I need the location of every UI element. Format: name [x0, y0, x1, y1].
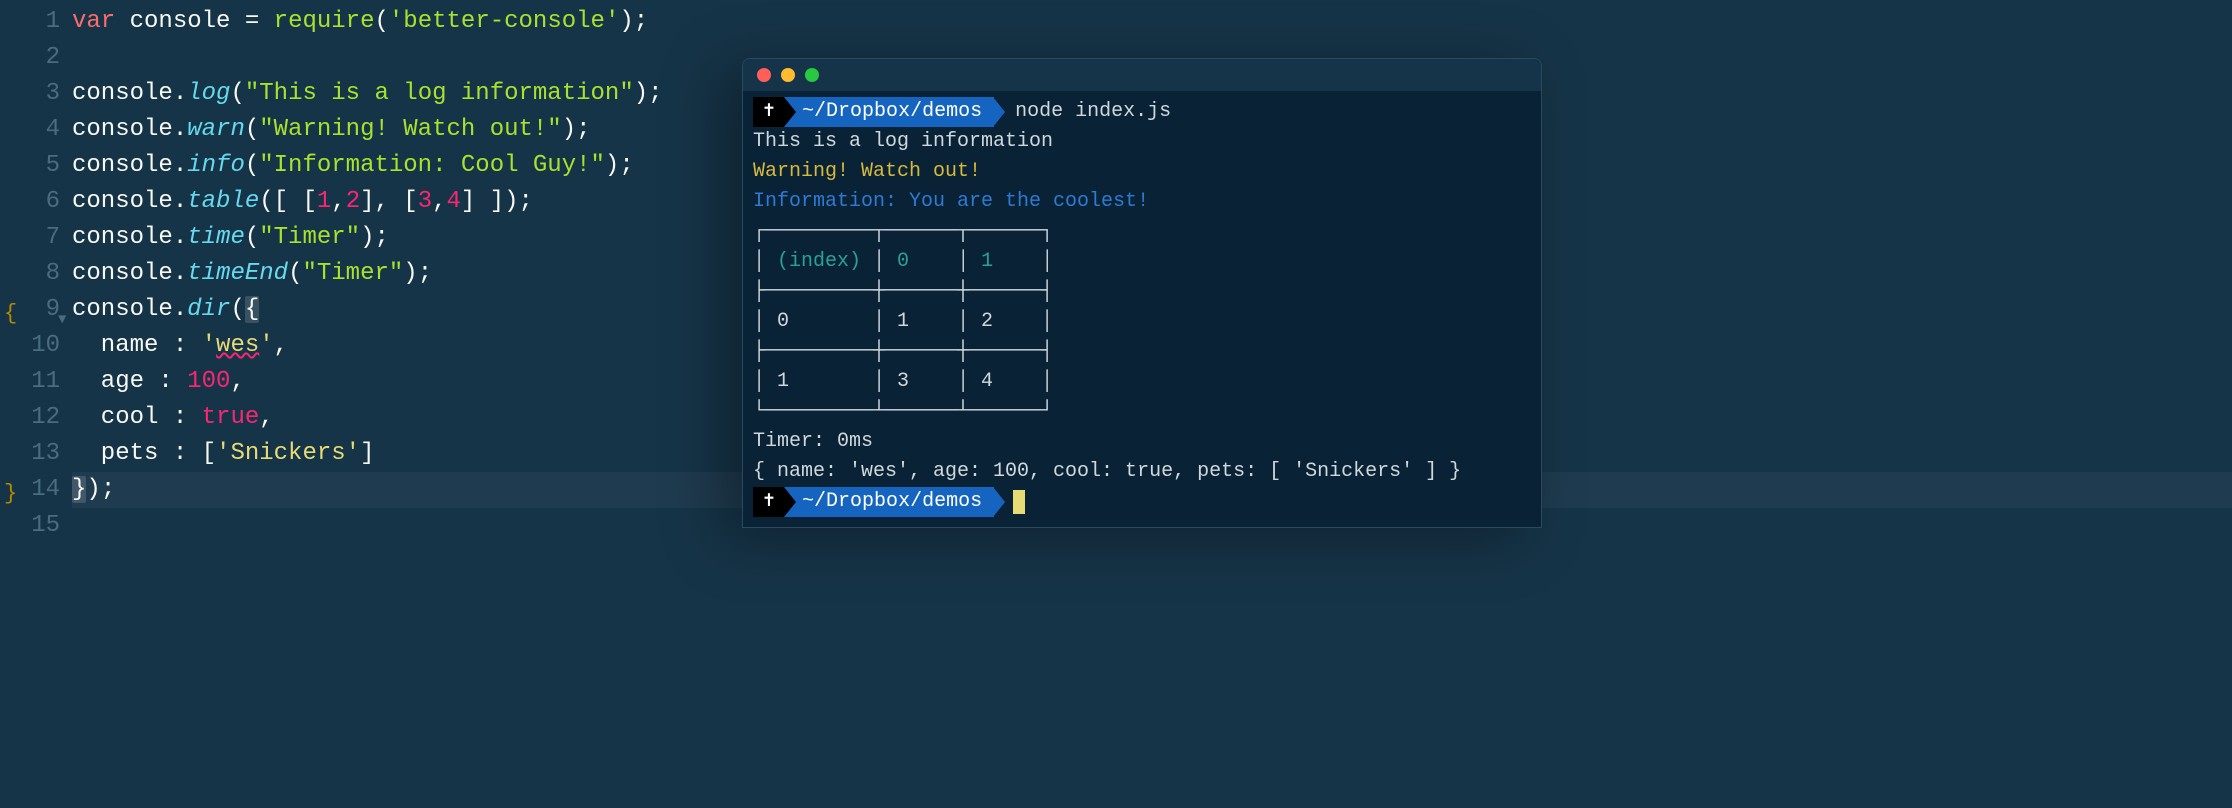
prompt-line: ✝~/Dropbox/demos node index.js [753, 97, 1531, 127]
code-line[interactable]: var console = require('better-console'); [72, 4, 2232, 40]
window-zoom-button[interactable] [805, 68, 819, 82]
table-row: │ 1 │ 3 │ 4 │ [753, 367, 1531, 397]
terminal-body[interactable]: ✝~/Dropbox/demos node index.js This is a… [743, 91, 1541, 527]
table-border: ┌─────────┬──────┬──────┐ [753, 217, 1531, 247]
timer-output: Timer: 0ms [753, 427, 1531, 457]
line-number-gutter: 123456789{▼1011121314}15 [0, 4, 72, 808]
window-close-button[interactable] [757, 68, 771, 82]
table-sep: ├─────────┼──────┼──────┤ [753, 337, 1531, 367]
cursor [1013, 490, 1025, 514]
line-number: 13 [0, 436, 60, 472]
line-number: 4 [0, 112, 60, 148]
window-titlebar[interactable] [743, 59, 1541, 91]
prompt-line: ✝~/Dropbox/demos [753, 487, 1531, 517]
line-number: 11 [0, 364, 60, 400]
line-number: 12 [0, 400, 60, 436]
prompt-symbol: ✝ [753, 487, 785, 517]
line-number: 10 [0, 328, 60, 364]
terminal-output-line: Warning! Watch out! [753, 157, 1531, 187]
table-header: │ (index) │ 0 │ 1 │ [753, 247, 1531, 277]
line-number: 15 [0, 508, 60, 544]
window-minimize-button[interactable] [781, 68, 795, 82]
line-number: 1 [0, 4, 60, 40]
line-number: 3 [0, 76, 60, 112]
terminal-output-line: Information: You are the coolest! [753, 187, 1531, 217]
table-border: └─────────┴──────┴──────┘ [753, 397, 1531, 427]
prompt-path: ~/Dropbox/demos [784, 97, 994, 127]
line-number: 8 [0, 256, 60, 292]
command-text: node index.js [1015, 97, 1171, 127]
table-sep: ├─────────┼──────┼──────┤ [753, 277, 1531, 307]
prompt-path: ~/Dropbox/demos [784, 487, 994, 517]
line-number: 7 [0, 220, 60, 256]
line-number: 5 [0, 148, 60, 184]
terminal-output-line: This is a log information [753, 127, 1531, 157]
prompt-symbol: ✝ [753, 97, 785, 127]
dir-output: { name: 'wes', age: 100, cool: true, pet… [753, 457, 1531, 487]
line-number: 6 [0, 184, 60, 220]
terminal-window[interactable]: ✝~/Dropbox/demos node index.js This is a… [742, 58, 1542, 528]
table-row: │ 0 │ 1 │ 2 │ [753, 307, 1531, 337]
fold-icon[interactable]: ▼ [58, 302, 66, 338]
line-number: 2 [0, 40, 60, 76]
